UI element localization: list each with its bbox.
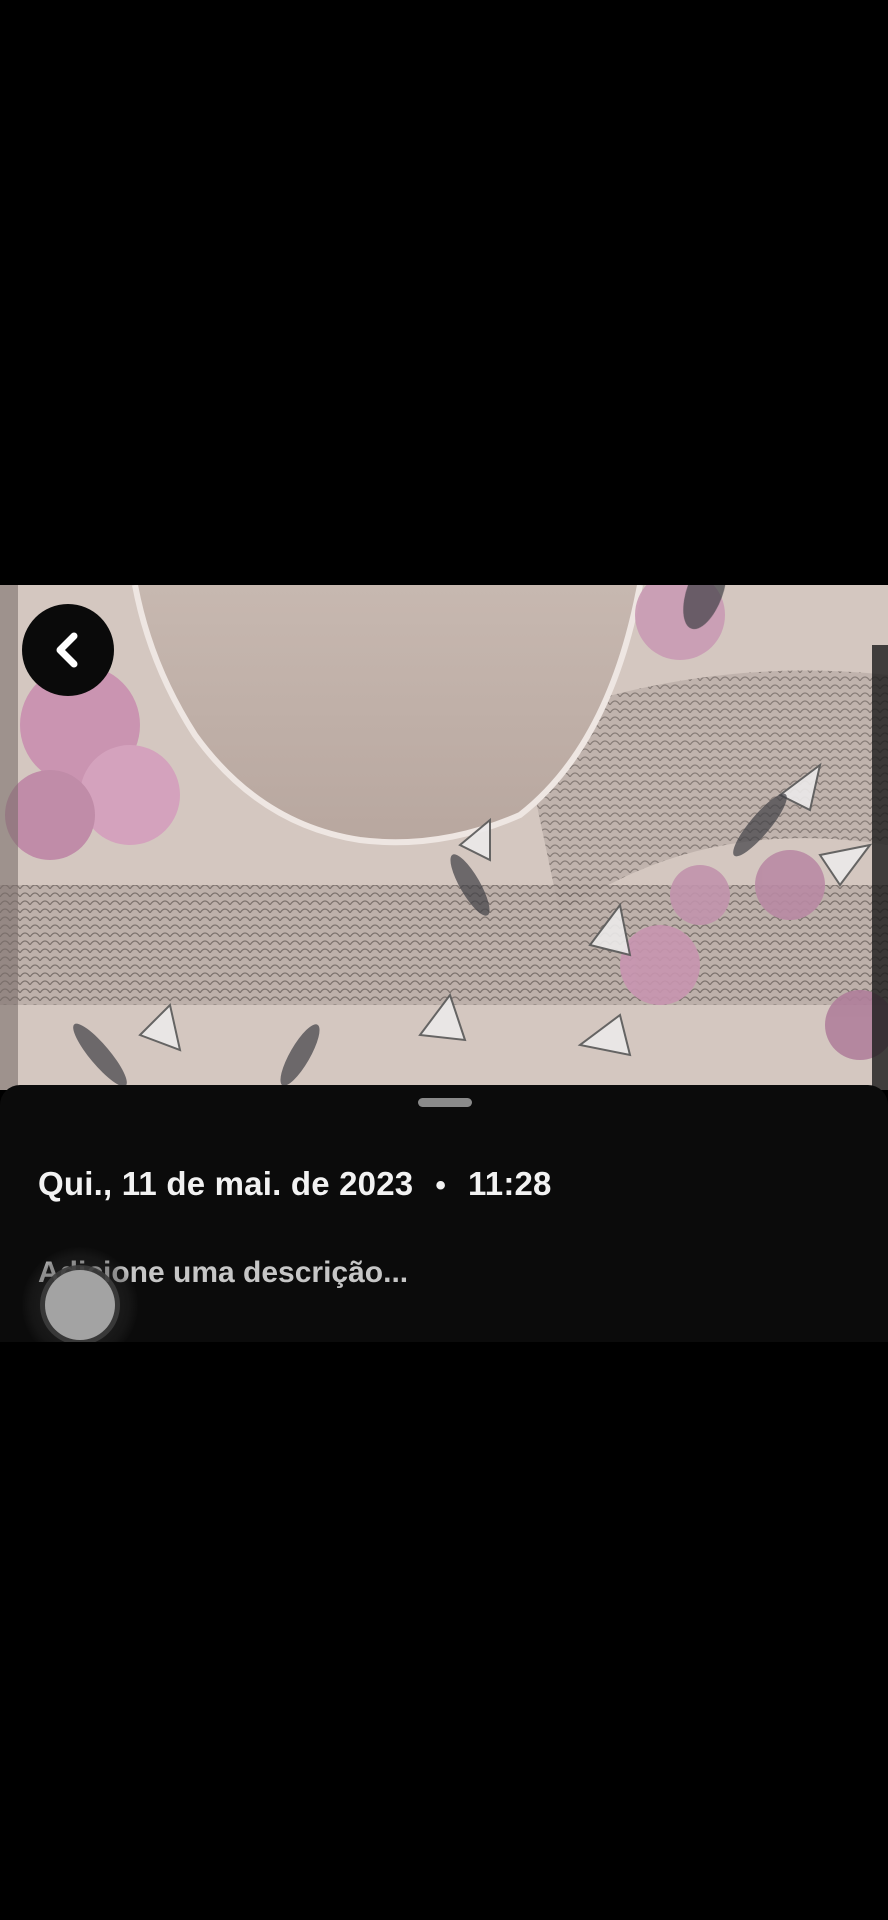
empty-area [0,1342,888,1920]
chevron-left-icon [56,632,78,668]
photo-viewer[interactable] [0,585,888,1090]
description-input[interactable] [38,1250,838,1296]
photo-time: 11:28 [468,1165,552,1202]
back-button[interactable] [22,604,114,696]
separator-dot: • [435,1169,447,1202]
date-time-row: Qui., 11 de mai. de 2023 • 11:28 [38,1165,552,1203]
drag-handle[interactable] [418,1098,472,1107]
floating-knob [45,1270,115,1340]
photo-date: Qui., 11 de mai. de 2023 [38,1165,414,1202]
photo-image [0,585,888,1090]
